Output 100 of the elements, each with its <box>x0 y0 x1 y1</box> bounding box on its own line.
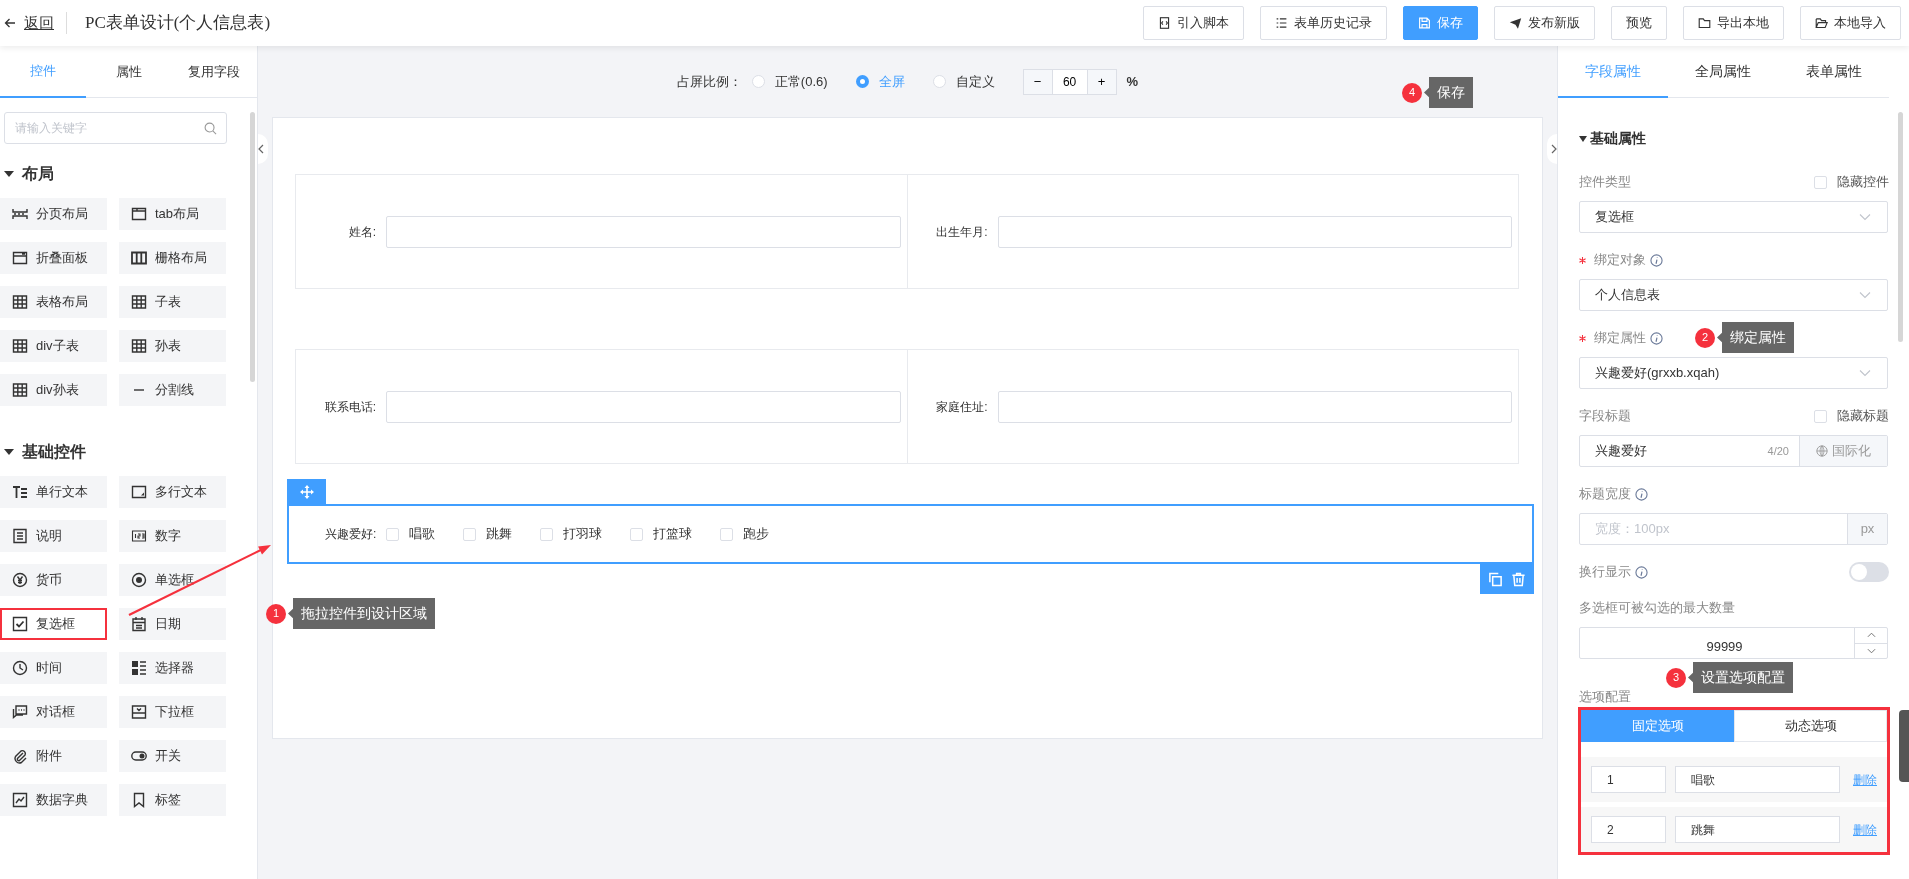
input-field[interactable]: 兴趣爱好 4/20 <box>1595 441 1799 461</box>
item-label: 单选框 <box>155 571 194 590</box>
toolbar-button[interactable]: 导出本地 <box>1683 6 1784 40</box>
folder-icon <box>1815 15 1828 31</box>
back-arrow-icon <box>4 17 16 29</box>
collapse-handle[interactable] <box>1547 134 1557 164</box>
input-field[interactable] <box>386 390 901 423</box>
label-field[interactable]: 跳舞 <box>1675 816 1840 843</box>
checkbox-option[interactable]: 唱歌 <box>386 524 436 544</box>
table-icon <box>131 338 147 354</box>
folder-icon <box>1698 15 1711 31</box>
chevron-up-icon <box>1866 632 1876 639</box>
copy-icon <box>1488 572 1503 588</box>
control-item[interactable]: 对话框 <box>0 696 107 728</box>
control-item[interactable]: 单行文本 <box>0 476 107 508</box>
toolbar-button[interactable]: 预览 <box>1611 6 1667 40</box>
control-item[interactable]: 货币 <box>0 564 107 596</box>
select-field[interactable]: 个人信息表 <box>1579 279 1888 311</box>
input-field[interactable] <box>997 215 1512 248</box>
checkbox-option[interactable]: 打篮球 <box>630 524 693 544</box>
control-item[interactable]: 选择器 <box>119 652 226 684</box>
caret-icon[interactable] <box>4 171 14 177</box>
control-item[interactable]: 附件 <box>0 740 107 772</box>
panel-tab[interactable]: 表单属性 <box>1778 46 1889 98</box>
scrollbar[interactable] <box>250 112 255 382</box>
info-icon <box>1650 331 1663 345</box>
control-item[interactable]: 折叠面板 <box>0 242 107 274</box>
radio-option[interactable]: 自定义 <box>932 71 995 92</box>
control-item[interactable]: div子表 <box>0 330 107 362</box>
item-label: 对话框 <box>36 703 75 722</box>
control-item[interactable]: 日期 <box>119 608 226 640</box>
control-item[interactable]: 孙表 <box>119 330 226 362</box>
number-field[interactable]: 60 <box>1051 69 1088 94</box>
field-label: 换行显示 <box>1579 563 1631 582</box>
ratio-label: 占屏比例： <box>676 72 742 91</box>
select-field[interactable]: 兴趣爱好(grxxb.xqah) <box>1579 357 1888 389</box>
item-label: 时间 <box>36 659 62 678</box>
plus-button[interactable]: + <box>1087 69 1116 94</box>
control-item[interactable]: 数字 <box>119 520 226 552</box>
item-label: 数据字典 <box>36 791 88 810</box>
toggle-switch[interactable] <box>1849 562 1889 582</box>
input-field[interactable] <box>386 215 901 248</box>
panel-tab[interactable]: 复用字段 <box>171 46 257 98</box>
field-value: 兴趣爱好 <box>1595 442 1647 461</box>
control-item[interactable]: 分页布局 <box>0 198 107 230</box>
caret-icon[interactable] <box>4 449 14 455</box>
control-item[interactable]: 数据字典 <box>0 784 107 816</box>
checkbox-icon <box>12 616 28 632</box>
checkbox-option[interactable]: 跑步 <box>720 524 770 544</box>
section-title: 基础属性 <box>1590 129 1646 148</box>
collapse-handle[interactable] <box>258 134 268 164</box>
control-item[interactable]: 子表 <box>119 286 226 318</box>
checkbox-option[interactable]: 隐藏标题 <box>1814 406 1889 426</box>
radio-option[interactable]: 正常(0.6) <box>751 71 828 92</box>
option-tab[interactable]: 动态选项 <box>1734 710 1887 742</box>
number-field[interactable]: 99999 <box>1579 627 1888 659</box>
document-icon <box>12 528 28 544</box>
number-stepper[interactable]: − 60 + <box>1022 68 1117 95</box>
select-field[interactable]: 复选框 <box>1579 201 1888 233</box>
toolbar-button[interactable]: 发布新版 <box>1494 6 1595 40</box>
toolbar-button[interactable]: 引入脚本 <box>1143 6 1244 40</box>
control-item[interactable]: 栅格布局 <box>119 242 226 274</box>
drag-handle[interactable] <box>287 479 326 504</box>
control-item[interactable]: 开关 <box>119 740 226 772</box>
scrollbar[interactable] <box>1898 112 1903 342</box>
value-field[interactable]: 1 <box>1591 766 1666 793</box>
control-item[interactable]: 说明 <box>0 520 107 552</box>
panel-icon <box>12 250 28 266</box>
back-link[interactable]: 返回 <box>0 11 67 35</box>
chevron-down-icon <box>1866 647 1876 654</box>
control-item[interactable]: 标签 <box>119 784 226 816</box>
control-item[interactable]: 时间 <box>0 652 107 684</box>
checkbox-option[interactable]: 隐藏控件 <box>1814 172 1889 192</box>
table-icon <box>131 294 147 310</box>
control-item[interactable]: tab布局 <box>119 198 226 230</box>
panel-tab[interactable]: 全局属性 <box>1668 46 1779 98</box>
control-item[interactable]: div孙表 <box>0 374 107 406</box>
field-label: 家庭住址: <box>935 398 989 416</box>
page-break-icon <box>12 206 28 222</box>
label-field[interactable]: 唱歌 <box>1675 766 1840 793</box>
control-item[interactable]: 表格布局 <box>0 286 107 318</box>
value-field[interactable]: 2 <box>1591 816 1666 843</box>
toolbar-button[interactable]: 本地导入 <box>1800 6 1901 40</box>
control-item[interactable]: 复选框 <box>0 608 107 640</box>
control-item[interactable]: 多行文本 <box>119 476 226 508</box>
checkbox-option[interactable]: 跳舞 <box>463 524 513 544</box>
input-field[interactable] <box>997 390 1512 423</box>
control-item[interactable]: 单选框 <box>119 564 226 596</box>
panel-tab[interactable]: 属性 <box>85 46 172 98</box>
step-badge: 2 <box>1695 327 1715 348</box>
caret-icon[interactable] <box>1579 135 1587 142</box>
control-item[interactable]: 下拉框 <box>119 696 226 728</box>
group-title: 基础控件 <box>22 442 86 462</box>
control-item[interactable]: 分割线 <box>119 374 226 406</box>
selected-field[interactable]: 兴趣爱好: 唱歌 跳舞 打羽球 打篮球 跑步 <box>287 504 1534 564</box>
item-label: 下拉框 <box>155 703 194 722</box>
search-field[interactable]: 请输入关键字 <box>4 112 227 144</box>
toolbar-button[interactable]: 表单历史记录 <box>1260 6 1387 40</box>
minus-button[interactable]: − <box>1023 69 1052 94</box>
checkbox-option[interactable]: 打羽球 <box>540 524 603 544</box>
